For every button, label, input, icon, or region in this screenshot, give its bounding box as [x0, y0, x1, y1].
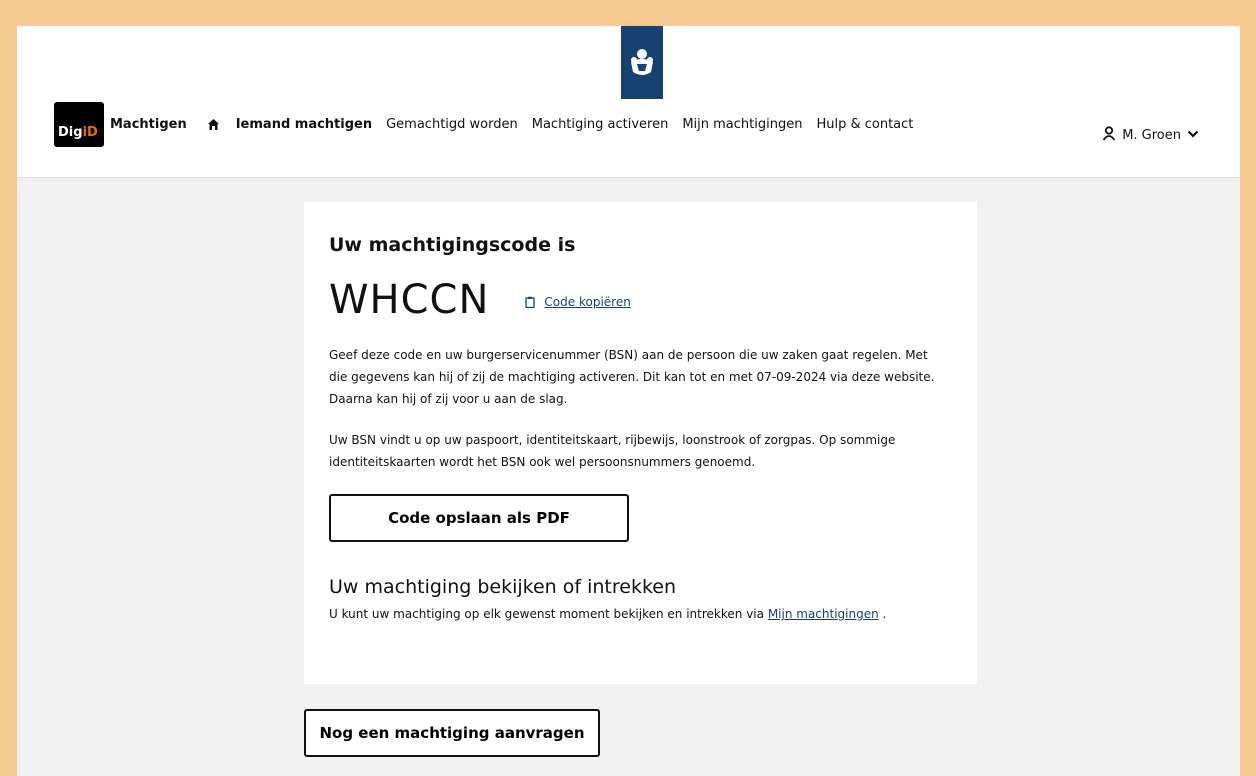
- another-authorization-button[interactable]: Nog een machtiging aanvragen: [304, 709, 600, 757]
- copy-code-label[interactable]: Code kopiëren: [544, 295, 630, 309]
- copy-code-link[interactable]: Code kopiëren: [525, 293, 631, 312]
- emblem-icon: [621, 26, 663, 99]
- user-menu[interactable]: M. Groen: [1102, 126, 1199, 145]
- app-name: Machtigen: [110, 116, 187, 132]
- instructions-paragraph: Geef deze code en uw burgerservicenummer…: [329, 348, 935, 406]
- main-navigation: Dig iD Machtigen Iemand machtigen Gemacht…: [54, 101, 914, 147]
- home-icon[interactable]: [207, 118, 220, 131]
- clipboard-icon: [525, 293, 536, 312]
- digid-logo[interactable]: Dig iD: [54, 101, 104, 147]
- logo-text: Dig: [58, 124, 83, 140]
- nav-item-gemachtigd-worden[interactable]: Gemachtigd worden: [386, 117, 518, 132]
- code-card: Uw machtigingscode is WHCCN Code kopiëre…: [304, 202, 977, 684]
- site-header: Dig iD Machtigen Iemand machtigen Gemacht…: [17, 26, 1240, 178]
- section-title: Uw machtiging bekijken of intrekken: [329, 576, 677, 598]
- authorization-code: WHCCN: [329, 277, 490, 323]
- view-revoke-text: U kunt uw machtiging op elk gewenst mome…: [329, 607, 952, 621]
- browser-frame: Dig iD Machtigen Iemand machtigen Gemacht…: [17, 26, 1240, 776]
- view-revoke-end: .: [882, 607, 887, 621]
- nav-links: Iemand machtigen Gemachtigd worden Macht…: [220, 117, 914, 132]
- chevron-down-icon: [1187, 128, 1199, 143]
- code-row: WHCCN Code kopiëren: [329, 278, 952, 322]
- nav-item-machtiging-activeren[interactable]: Machtiging activeren: [532, 117, 669, 132]
- nav-item-hulp-contact[interactable]: Hulp & contact: [816, 117, 913, 132]
- user-name: M. Groen: [1122, 128, 1181, 143]
- view-revoke-label: U kunt uw machtiging op elk gewenst mome…: [329, 607, 764, 621]
- save-pdf-button[interactable]: Code opslaan als PDF: [329, 494, 629, 542]
- logo-text-accent: iD: [82, 124, 98, 140]
- user-icon: [1102, 126, 1116, 145]
- nav-item-iemand-machtigen[interactable]: Iemand machtigen: [236, 117, 372, 132]
- mijn-machtigingen-link[interactable]: Mijn machtigingen: [768, 607, 879, 621]
- nav-item-mijn-machtigingen[interactable]: Mijn machtigingen: [682, 117, 802, 132]
- bsn-info-paragraph: Uw BSN vindt u op uw paspoort, identitei…: [329, 433, 896, 469]
- card-title: Uw machtigingscode is: [329, 234, 576, 256]
